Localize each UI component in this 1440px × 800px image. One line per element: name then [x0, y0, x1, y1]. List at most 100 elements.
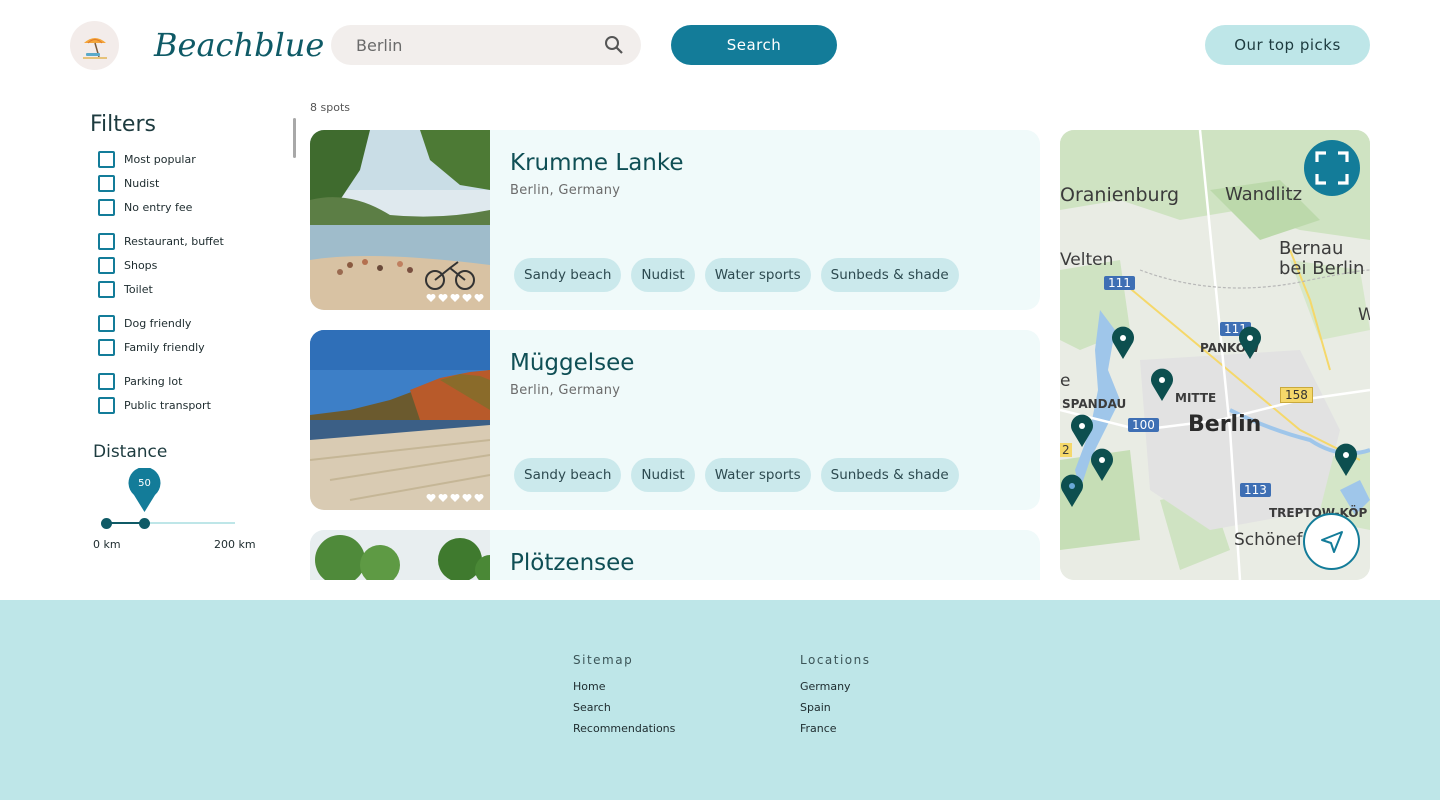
- spot-card[interactable]: Krumme Lanke Berlin, Germany Sandy beach…: [310, 130, 1040, 310]
- tag: Sunbeds & shade: [820, 258, 959, 292]
- locate-button[interactable]: [1303, 513, 1360, 570]
- logo[interactable]: [70, 21, 119, 70]
- filter-label: Parking lot: [124, 375, 183, 388]
- heart-icon: [450, 294, 460, 302]
- map-pin-icon[interactable]: [1111, 326, 1135, 360]
- spot-name[interactable]: Müggelsee: [510, 350, 634, 376]
- map-pin-icon[interactable]: [1150, 368, 1174, 402]
- distance-max-label: 200 km: [214, 538, 256, 551]
- checkbox[interactable]: [98, 233, 115, 250]
- map-pin-icon[interactable]: [1334, 443, 1358, 477]
- footer-link-france[interactable]: France: [800, 722, 871, 735]
- tag: Nudist: [631, 258, 695, 292]
- footer-link-home[interactable]: Home: [573, 680, 675, 693]
- tag: Sandy beach: [514, 458, 622, 492]
- map-pin-icon[interactable]: [1090, 448, 1114, 482]
- checkbox[interactable]: [98, 339, 115, 356]
- tag: Nudist: [631, 458, 695, 492]
- heart-icon: [462, 294, 472, 302]
- footer-link-recommendations[interactable]: Recommendations: [573, 722, 675, 735]
- map-pin-icon[interactable]: [1070, 414, 1094, 448]
- rating-hearts: [426, 293, 484, 303]
- spot-photo[interactable]: [310, 530, 490, 580]
- spot-name[interactable]: Krumme Lanke: [510, 150, 684, 176]
- checkbox[interactable]: [98, 199, 115, 216]
- map-label: Berlin: [1188, 412, 1262, 437]
- map-label: Schönef: [1234, 530, 1303, 550]
- slider-value: 50: [138, 478, 151, 489]
- search-button[interactable]: Search: [671, 25, 837, 65]
- tag: Sunbeds & shade: [820, 458, 959, 492]
- footer-link-germany[interactable]: Germany: [800, 680, 871, 693]
- heart-icon: [426, 294, 436, 302]
- checkbox[interactable]: [98, 315, 115, 332]
- filter-label: Dog friendly: [124, 317, 192, 330]
- results-list[interactable]: Krumme Lanke Berlin, Germany Sandy beach…: [310, 130, 1040, 580]
- map-pin-icon[interactable]: [1060, 474, 1084, 508]
- checkbox[interactable]: [98, 151, 115, 168]
- filter-most-popular[interactable]: Most popular: [98, 151, 196, 168]
- map[interactable]: Oranienburg Wandlitz Bernau bei Berlin V…: [1060, 130, 1370, 580]
- map-label: W: [1358, 305, 1370, 325]
- spot-location: Berlin, Germany: [510, 183, 621, 198]
- top-picks-button[interactable]: Our top picks: [1205, 25, 1370, 65]
- spot-location: Berlin, Germany: [510, 383, 621, 398]
- filter-dog-friendly[interactable]: Dog friendly: [98, 315, 191, 332]
- distance-slider-min-handle[interactable]: [101, 518, 112, 529]
- filter-label: Most popular: [124, 153, 196, 166]
- filter-family-friendly[interactable]: Family friendly: [98, 339, 205, 356]
- spot-tags: Sandy beach Nudist Water sports Sunbeds …: [514, 458, 959, 492]
- brand-name[interactable]: Beachblue: [154, 26, 324, 64]
- results-count: 8 spots: [310, 101, 350, 114]
- map-label: Wandlitz: [1225, 184, 1303, 205]
- navigation-arrow-icon: [1320, 530, 1343, 553]
- spot-photo[interactable]: [310, 130, 490, 310]
- checkbox[interactable]: [98, 257, 115, 274]
- spot-card[interactable]: Plötzensee: [310, 530, 1040, 580]
- search-input[interactable]: [356, 25, 596, 65]
- footer-link-search[interactable]: Search: [573, 701, 675, 714]
- filter-label: Public transport: [124, 399, 211, 412]
- checkbox[interactable]: [98, 175, 115, 192]
- spot-photo[interactable]: [310, 330, 490, 510]
- heart-icon: [438, 494, 448, 502]
- beach-umbrella-icon: [82, 37, 107, 59]
- footer-locations: Locations Germany Spain France: [800, 653, 871, 743]
- checkbox[interactable]: [98, 281, 115, 298]
- map-label: e: [1060, 371, 1071, 391]
- filter-toilet[interactable]: Toilet: [98, 281, 153, 298]
- filter-shops[interactable]: Shops: [98, 257, 157, 274]
- footer-sitemap: Sitemap Home Search Recommendations: [573, 653, 675, 743]
- checkbox[interactable]: [98, 373, 115, 390]
- search-box: [331, 25, 641, 65]
- road-shield: 100: [1128, 418, 1159, 432]
- search-icon[interactable]: [604, 35, 624, 55]
- heart-icon: [450, 494, 460, 502]
- rating-hearts: [426, 493, 484, 503]
- filter-label: Nudist: [124, 177, 160, 190]
- filter-parking-lot[interactable]: Parking lot: [98, 373, 182, 390]
- map-label: MITTE: [1175, 391, 1217, 405]
- fullscreen-button[interactable]: [1304, 140, 1360, 196]
- map-label: Oranienburg: [1060, 184, 1180, 206]
- spot-name[interactable]: Plötzensee: [510, 550, 634, 576]
- filter-label: Toilet: [124, 283, 153, 296]
- spot-card[interactable]: Müggelsee Berlin, Germany Sandy beach Nu…: [310, 330, 1040, 510]
- heart-icon: [462, 494, 472, 502]
- footer-heading: Locations: [800, 653, 871, 667]
- heart-icon: [438, 294, 448, 302]
- distance-title: Distance: [93, 442, 168, 462]
- filter-no-entry-fee[interactable]: No entry fee: [98, 199, 192, 216]
- filters-scrollbar[interactable]: [293, 118, 296, 158]
- filter-nudist[interactable]: Nudist: [98, 175, 159, 192]
- map-pin-icon[interactable]: [1238, 326, 1262, 360]
- filter-public-transport[interactable]: Public transport: [98, 397, 211, 414]
- tag: Sandy beach: [514, 258, 622, 292]
- checkbox[interactable]: [98, 397, 115, 414]
- heart-icon: [474, 494, 484, 502]
- road-shield: 111: [1104, 276, 1135, 290]
- filter-restaurant[interactable]: Restaurant, buffet: [98, 233, 224, 250]
- distance-slider-handle[interactable]: [139, 518, 150, 529]
- map-label: bei Berlin: [1279, 258, 1365, 279]
- footer-link-spain[interactable]: Spain: [800, 701, 871, 714]
